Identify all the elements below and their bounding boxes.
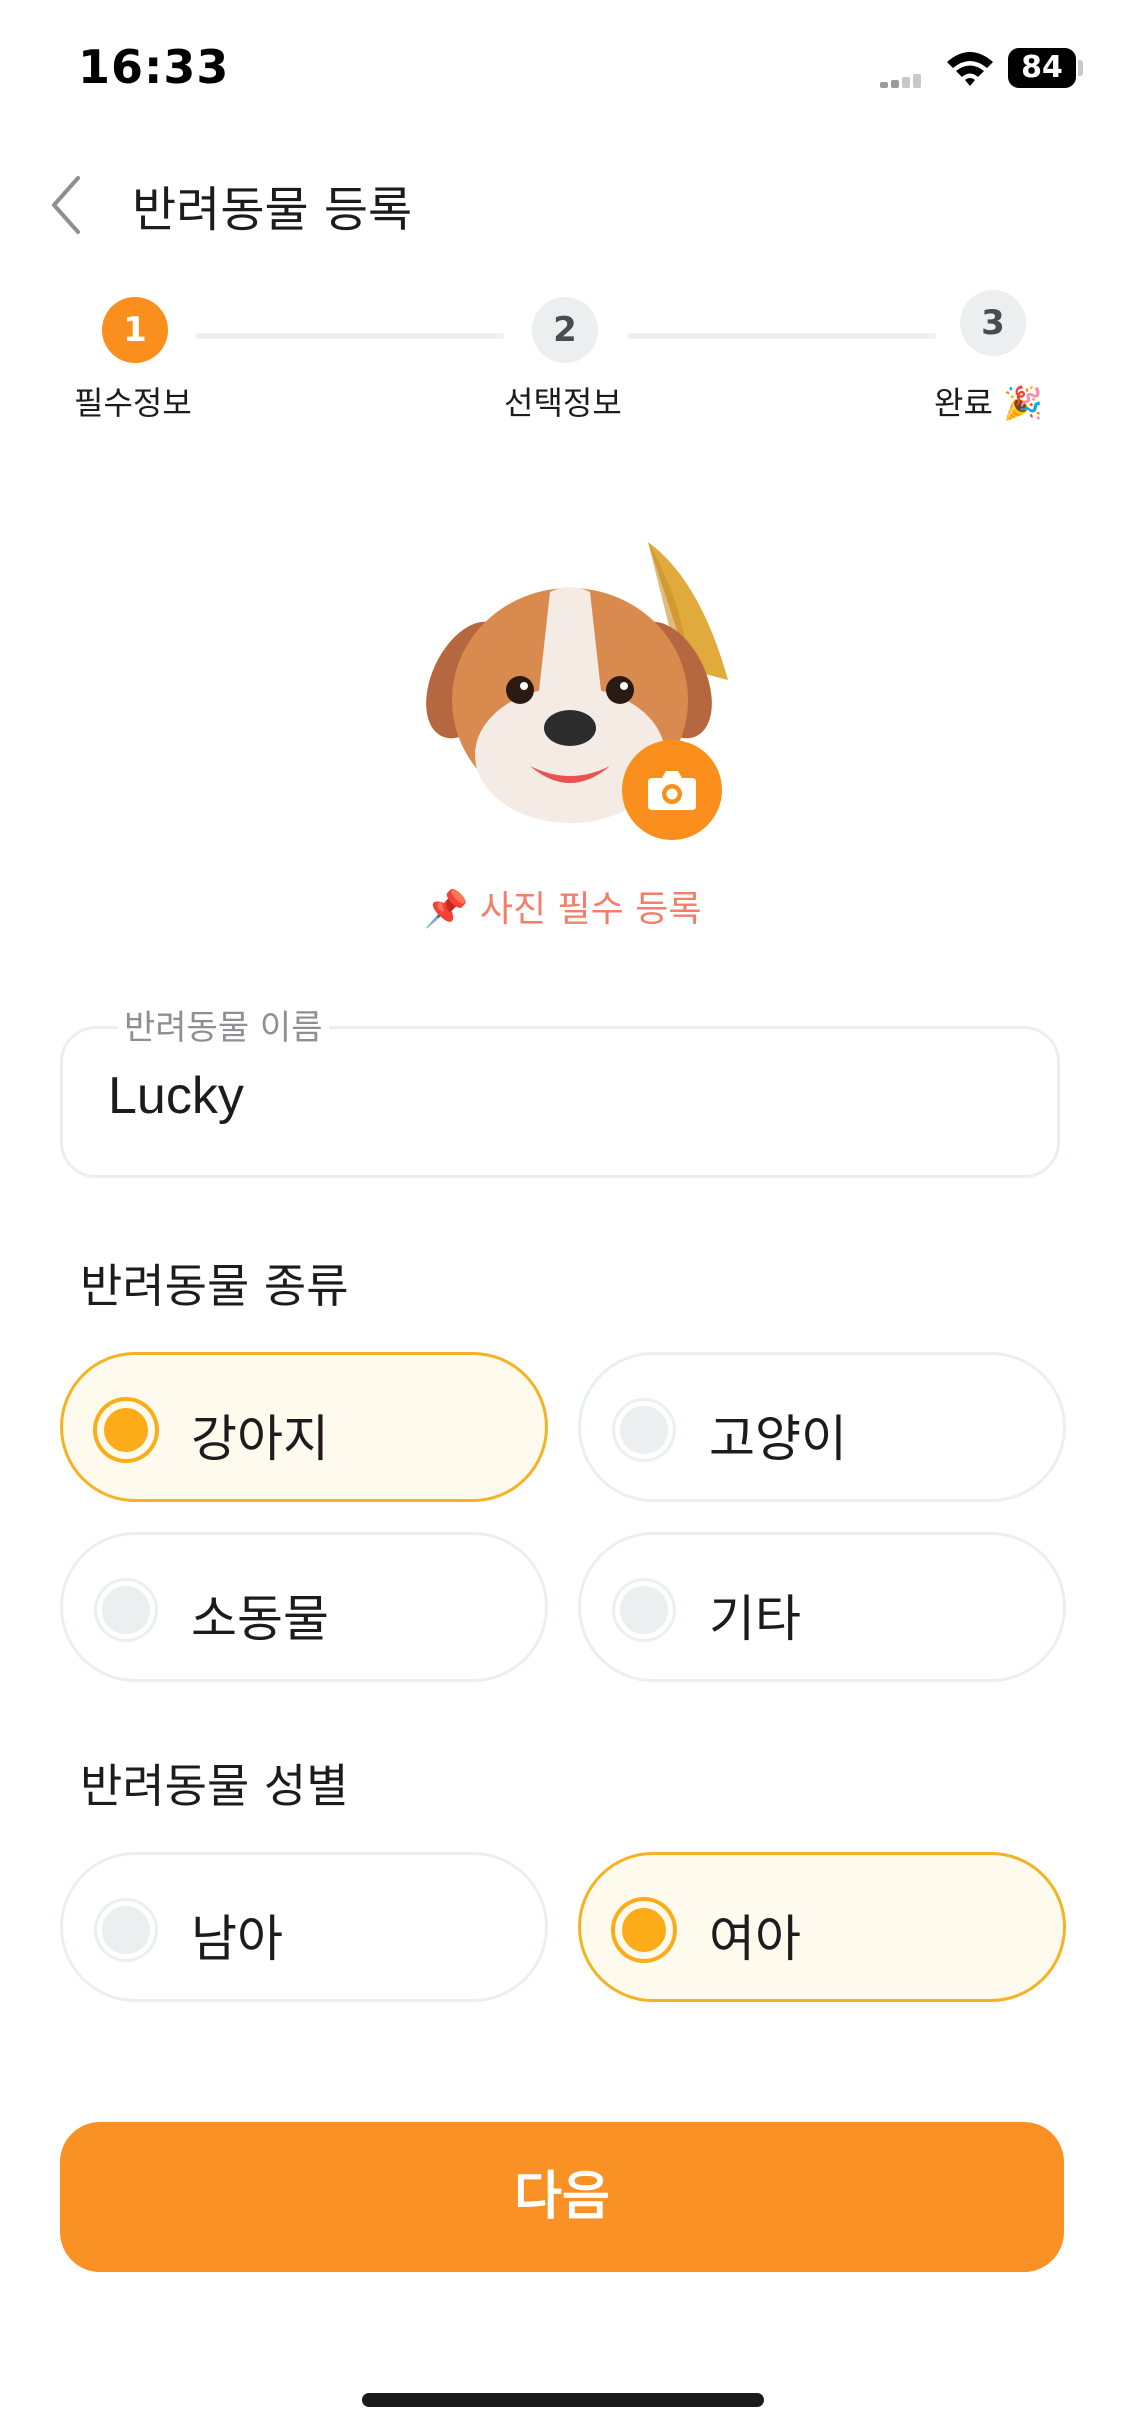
battery-indicator: 84: [1008, 48, 1076, 88]
option-label: 여아: [709, 1910, 801, 1968]
species-option-cat[interactable]: 고양이: [578, 1352, 1066, 1502]
step-2-indicator: 2: [532, 297, 598, 363]
camera-icon: [648, 771, 696, 810]
next-button[interactable]: 다음: [60, 2122, 1064, 2272]
option-label: 남아: [191, 1910, 283, 1968]
step-2-label: 선택정보: [504, 384, 622, 422]
species-section-title: 반려동물 종류: [80, 1259, 349, 1313]
page-title: 반려동물 등록: [132, 182, 413, 238]
cellular-signal-icon: [880, 72, 924, 88]
option-label: 고양이: [709, 1410, 847, 1468]
radio-unselected: [97, 1901, 155, 1959]
step-1-indicator: 1: [102, 297, 168, 363]
pet-name-label: 반려동물 이름: [118, 1000, 329, 1049]
radio-unselected: [615, 1581, 673, 1639]
status-time: 16:33: [78, 40, 230, 94]
home-indicator: [362, 2393, 764, 2407]
pet-name-input-value[interactable]: Lucky: [108, 1066, 244, 1126]
radio-unselected: [97, 1581, 155, 1639]
photo-required-hint: 📌 사진 필수 등록: [423, 889, 702, 930]
species-option-dog[interactable]: 강아지: [60, 1352, 548, 1502]
battery-tip: [1078, 60, 1083, 76]
step-connector: [628, 333, 936, 339]
gender-option-male[interactable]: 남아: [60, 1852, 548, 2002]
step-connector: [196, 333, 504, 339]
option-label: 소동물: [191, 1590, 329, 1648]
camera-button[interactable]: [622, 740, 722, 840]
option-label: 강아지: [191, 1410, 329, 1468]
radio-selected: [615, 1901, 673, 1959]
species-option-small-animal[interactable]: 소동물: [60, 1532, 548, 1682]
option-label: 기타: [709, 1590, 801, 1648]
step-1-label: 필수정보: [74, 384, 192, 422]
radio-selected: [97, 1401, 155, 1459]
back-chevron-icon[interactable]: [46, 172, 86, 238]
gender-option-female[interactable]: 여아: [578, 1852, 1066, 2002]
step-3-indicator: 3: [960, 290, 1026, 356]
radio-unselected: [615, 1401, 673, 1459]
wifi-icon: [947, 52, 993, 86]
step-3-label: 완료 🎉: [934, 384, 1043, 422]
species-option-other[interactable]: 기타: [578, 1532, 1066, 1682]
gender-section-title: 반려동물 성별: [80, 1759, 349, 1813]
